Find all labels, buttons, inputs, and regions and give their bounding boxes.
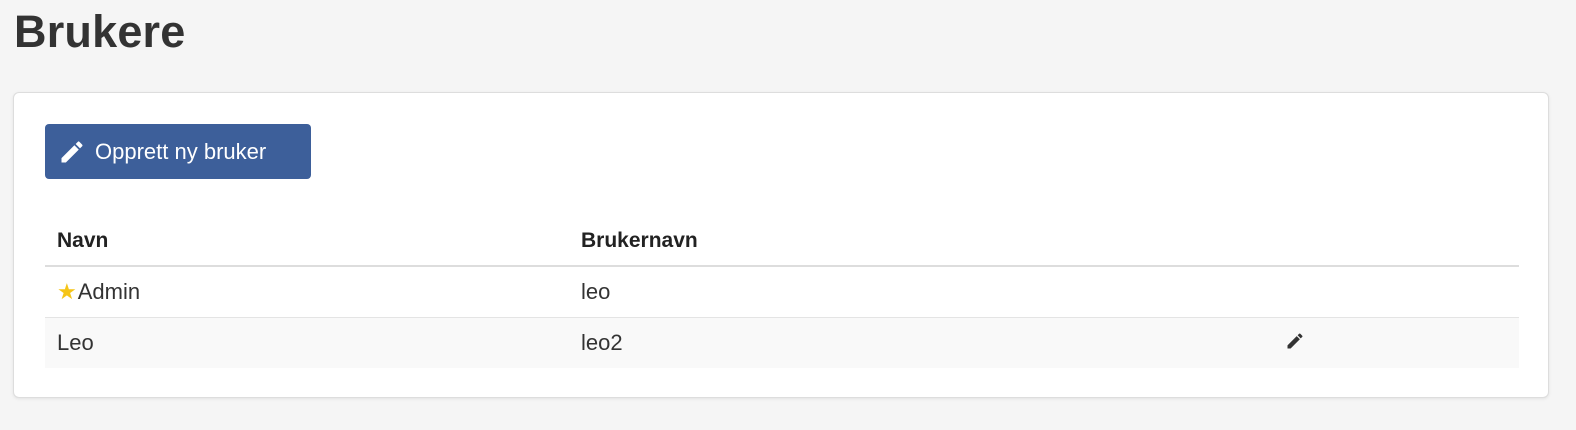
users-table: Navn Brukernavn ★Admin leo Leo leo2: [45, 217, 1519, 368]
user-name: Leo: [57, 330, 94, 355]
create-user-label: Opprett ny bruker: [95, 138, 267, 164]
create-user-button[interactable]: Opprett ny bruker: [45, 124, 311, 179]
user-name: Admin: [77, 279, 141, 304]
table-header-row: Navn Brukernavn: [45, 217, 1519, 267]
column-header-username[interactable]: Brukernavn: [569, 217, 1271, 267]
user-username-cell: leo2: [569, 317, 1271, 368]
user-actions-cell: [1271, 317, 1519, 368]
table-row[interactable]: ★Admin leo: [45, 266, 1519, 318]
table-row[interactable]: Leo leo2: [45, 317, 1519, 368]
edit-user-button[interactable]: [1283, 329, 1307, 353]
page-title: Brukere: [14, 6, 186, 57]
users-panel: Opprett ny bruker Navn Brukernavn ★Admin…: [13, 92, 1549, 398]
column-header-actions: [1271, 217, 1519, 267]
user-name-cell: Leo: [45, 317, 569, 368]
user-username-cell: leo: [569, 266, 1271, 318]
user-actions-cell: [1271, 266, 1519, 318]
pencil-icon: [1287, 333, 1303, 349]
star-icon: ★: [57, 279, 77, 304]
user-name-cell: ★Admin: [45, 266, 569, 318]
user-username: leo2: [581, 330, 623, 355]
user-username: leo: [581, 279, 611, 304]
pencil-icon: [57, 137, 87, 167]
column-header-name[interactable]: Navn: [45, 217, 569, 267]
